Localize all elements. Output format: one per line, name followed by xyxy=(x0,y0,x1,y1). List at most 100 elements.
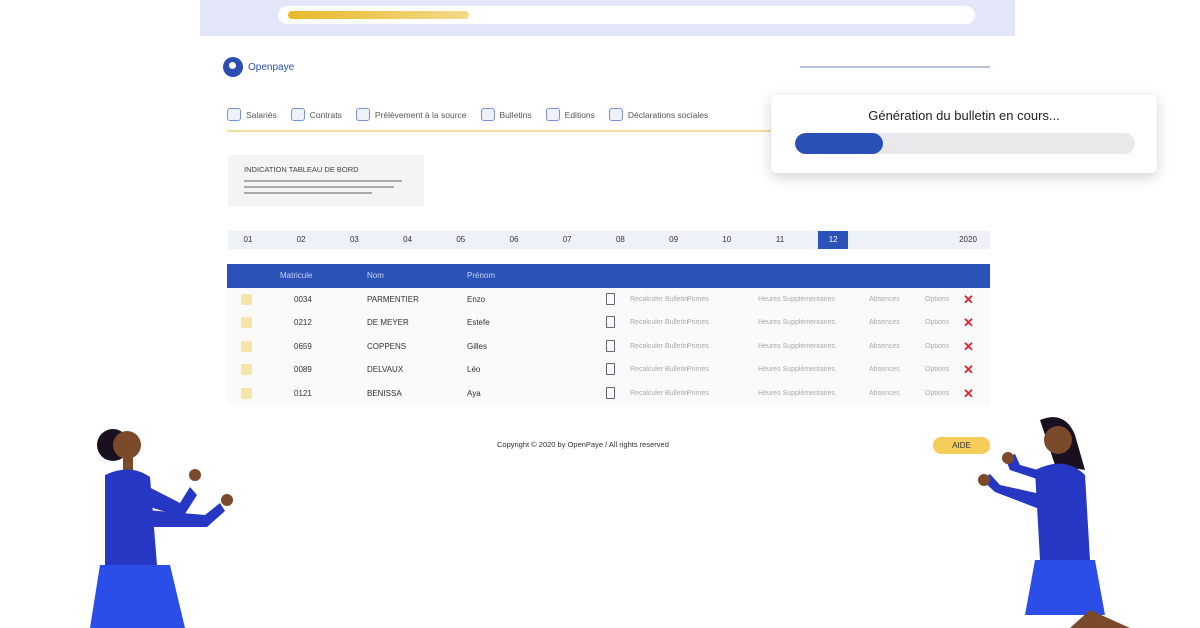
month-02[interactable]: 02 xyxy=(286,231,316,249)
action-link[interactable]: Recalculer Bulletin xyxy=(630,382,688,405)
document-icon[interactable] xyxy=(606,386,615,399)
table-row: 0034 PARMENTIER Enzo Recalculer Bulletin… xyxy=(227,288,990,312)
action-link[interactable]: Recalculer Bulletin xyxy=(630,311,688,334)
cell-matricule: 0659 xyxy=(294,341,312,351)
nav-item[interactable]: Contrats xyxy=(290,108,342,121)
document-icon[interactable] xyxy=(606,316,615,329)
brand-logo[interactable]: Openpaye xyxy=(223,57,294,77)
cell-prenom: Enzo xyxy=(467,295,486,304)
table-row: 0212 DE MEYER Estefe Recalculer Bulletin… xyxy=(227,311,990,335)
table-row: 0659 COPPENS Gilles Recalculer Bulletin P… xyxy=(227,334,990,359)
table-row: 0089 DELVAUX Léo Recalculer Bulletin Prim… xyxy=(227,358,990,382)
cell-nom: BENISSA xyxy=(367,388,402,398)
action-link[interactable]: Options xyxy=(925,382,949,405)
cell-prenom: Gilles xyxy=(467,341,488,351)
month-09[interactable]: 09 xyxy=(659,231,689,249)
month-05[interactable]: 05 xyxy=(446,231,476,249)
nav-item[interactable]: Déclarations sociales xyxy=(608,108,709,121)
delete-icon[interactable]: ✕ xyxy=(963,382,974,405)
month-06[interactable]: 06 xyxy=(499,231,529,249)
action-link[interactable]: Heures Supplémentaires xyxy=(758,382,835,405)
year-selector[interactable]: 2020 xyxy=(953,231,983,249)
employees-table: Matricule Nom Prénom 0034 PARMENTIER Enz… xyxy=(227,264,990,405)
action-link[interactable]: Recalculer Bulletin xyxy=(630,288,688,311)
cloud-icon xyxy=(355,108,370,121)
cell-matricule: 0212 xyxy=(294,318,312,328)
nav-item[interactable]: Bulletins xyxy=(480,108,532,121)
month-01[interactable]: 01 xyxy=(233,231,263,249)
delete-icon[interactable]: ✕ xyxy=(963,288,974,311)
edit-icon[interactable] xyxy=(241,364,252,376)
nav-label: Bulletins xyxy=(499,109,532,120)
action-link[interactable]: Absences xyxy=(869,335,900,358)
edit-icon[interactable] xyxy=(241,387,252,399)
cell-matricule: 0089 xyxy=(294,365,312,375)
delete-icon[interactable]: ✕ xyxy=(963,311,974,334)
divider xyxy=(800,66,990,68)
month-10[interactable]: 10 xyxy=(712,231,742,249)
action-link[interactable]: Absences xyxy=(869,358,900,381)
action-link[interactable]: Primes xyxy=(687,358,709,381)
action-link[interactable]: Heures Supplémentaires xyxy=(758,288,835,311)
table-header: Matricule Nom Prénom xyxy=(227,264,990,288)
action-link[interactable]: Options xyxy=(925,358,949,381)
top-banner xyxy=(200,0,1015,36)
nav-underline xyxy=(227,130,772,132)
nav-label: Déclarations sociales xyxy=(627,109,709,120)
placeholder-line xyxy=(244,192,372,194)
dashboard-card: INDICATION TABLEAU DE BORD xyxy=(228,155,424,206)
brand-name: Openpaye xyxy=(248,61,295,73)
action-link[interactable]: Heures Supplémentaires xyxy=(758,311,835,334)
action-link[interactable]: Options xyxy=(925,288,949,311)
document-icon[interactable] xyxy=(606,339,615,352)
placeholder-line xyxy=(244,180,402,182)
dashboard-title: INDICATION TABLEAU DE BORD xyxy=(244,165,359,174)
col-matricule: Matricule xyxy=(280,271,313,280)
cell-nom: DE MEYER xyxy=(367,318,409,328)
action-link[interactable]: Primes xyxy=(687,382,709,405)
month-03[interactable]: 03 xyxy=(339,231,369,249)
popup-title: Génération du bulletin en cours... xyxy=(868,108,1060,123)
woman-right-illustration xyxy=(978,417,1130,628)
action-link[interactable]: Options xyxy=(925,335,949,358)
action-link[interactable]: Heures Supplémentaires xyxy=(758,335,835,358)
delete-icon[interactable]: ✕ xyxy=(963,358,974,381)
cell-matricule: 0034 xyxy=(294,295,312,304)
action-link[interactable]: Options xyxy=(925,311,949,334)
action-link[interactable]: Heures Supplémentaires xyxy=(758,358,835,381)
nav-item[interactable]: Salariés xyxy=(227,108,277,121)
action-link[interactable]: Absences xyxy=(869,382,900,405)
cell-prenom: Aya xyxy=(467,388,481,398)
action-link[interactable]: Absences xyxy=(869,288,900,311)
users-icon xyxy=(227,108,241,121)
cell-matricule: 0121 xyxy=(294,388,312,398)
edit-icon[interactable] xyxy=(241,340,252,352)
edit-icon[interactable] xyxy=(241,317,252,329)
nav-label: Prélèvement à la source xyxy=(374,109,467,120)
action-link[interactable]: Absences xyxy=(869,311,900,334)
col-nom: Nom xyxy=(367,271,384,280)
document-icon[interactable] xyxy=(606,363,615,376)
nav-label: Contrats xyxy=(309,109,342,120)
action-link[interactable]: Primes xyxy=(687,311,709,334)
main-nav: Salariés Contrats Prélèvement à la source B… xyxy=(227,108,708,121)
action-link[interactable]: Recalculer Bulletin xyxy=(630,335,688,358)
nav-item[interactable]: Editions xyxy=(545,108,595,121)
month-12[interactable]: 12 xyxy=(818,231,849,249)
loading-bar xyxy=(278,6,975,24)
cell-prenom: Léo xyxy=(467,365,481,375)
month-07[interactable]: 07 xyxy=(552,231,582,249)
delete-icon[interactable]: ✕ xyxy=(963,335,974,358)
month-08[interactable]: 08 xyxy=(605,231,635,249)
month-11[interactable]: 11 xyxy=(765,231,795,249)
monitor-icon xyxy=(545,108,560,121)
nav-item[interactable]: Prélèvement à la source xyxy=(355,108,467,121)
action-link[interactable]: Recalculer Bulletin xyxy=(630,358,688,381)
month-04[interactable]: 04 xyxy=(393,231,423,249)
edit-icon[interactable] xyxy=(241,294,252,305)
contracts-icon xyxy=(290,108,305,121)
action-link[interactable]: Primes xyxy=(687,335,709,358)
document-icon[interactable] xyxy=(606,293,615,305)
action-link[interactable]: Primes xyxy=(687,288,709,311)
placeholder-line xyxy=(244,186,394,188)
